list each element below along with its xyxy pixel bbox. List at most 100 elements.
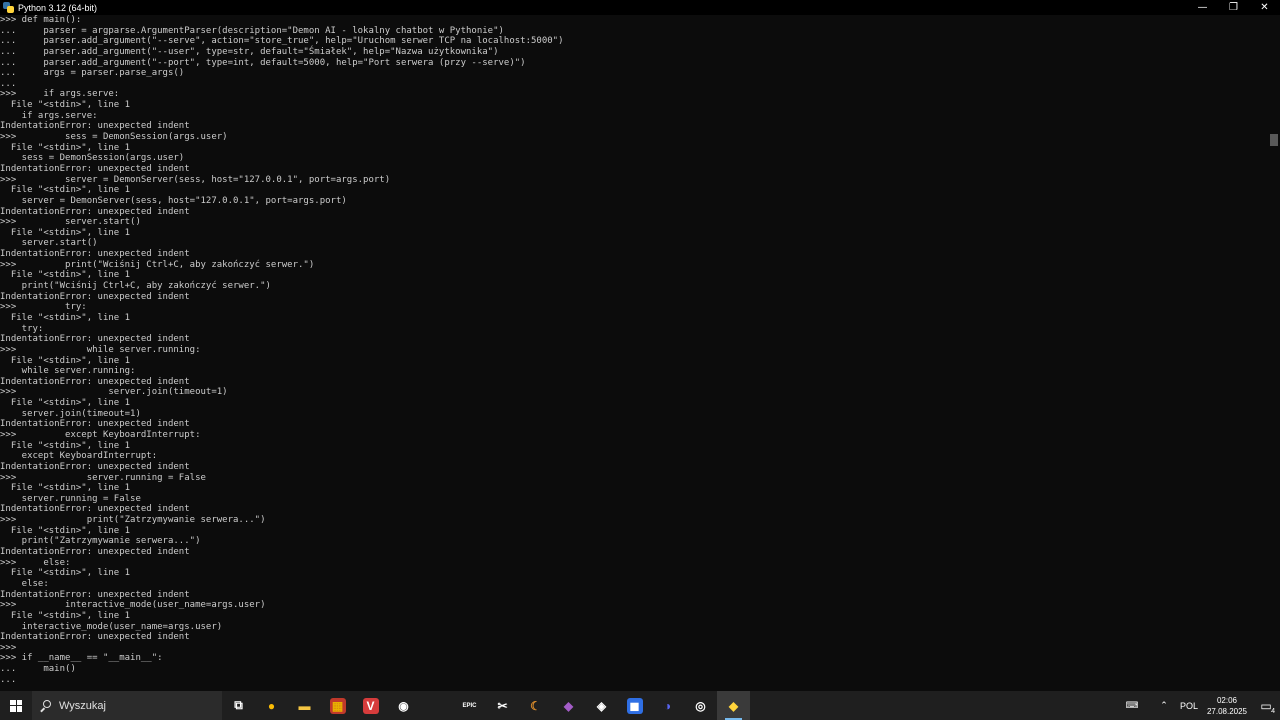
start-button[interactable] [0, 691, 32, 720]
console-line: >>> server.start() [0, 217, 141, 228]
console-line: File "<stdin>", line 1 [0, 142, 131, 153]
console-line: ... args = parser.parse_args() [0, 68, 185, 79]
console-line: >>> server.join(timeout=1) [0, 387, 228, 398]
keyboard-icon[interactable]: ⌨ [1112, 691, 1152, 720]
system-tray: ⌨ ⌃ POL 02:06 27.08.2025 ▭ 4 [1112, 691, 1280, 720]
console-line: File "<stdin>", line 1 [0, 312, 131, 323]
taskbar-app-button[interactable]: ▦ [321, 691, 354, 720]
taskbar-app-button[interactable]: ◼ [618, 691, 651, 720]
console-line: IndentationError: unexpected indent [0, 291, 190, 302]
taskbar-app-button[interactable]: ● [255, 691, 288, 720]
taskbar-search[interactable]: Wyszukaj [32, 691, 222, 720]
console-output[interactable]: >>> def main():... parser = argparse.Arg… [0, 15, 1268, 691]
taskbar-app-button[interactable]: ☾ [519, 691, 552, 720]
console-line: File "<stdin>", line 1 [0, 185, 131, 196]
console-line: server.join(timeout=1) [0, 408, 141, 419]
python-app-icon [3, 2, 14, 13]
taskbar-apps: ⧉ ● ▬ ▦ V ◉ EPIC ✂ ☾ ◆ ◈ ◼ ◑ ◎ ◆ [222, 691, 750, 720]
console-line: >>> print("Wciśnij Ctrl+C, aby zakończyć… [0, 259, 315, 270]
console-line: >>> else: [0, 557, 71, 568]
taskbar-app-button[interactable]: ▬ [288, 691, 321, 720]
console-line: File "<stdin>", line 1 [0, 227, 131, 238]
console-line: IndentationError: unexpected indent [0, 249, 190, 260]
console-line: IndentationError: unexpected indent [0, 334, 190, 345]
crescent-app-icon: ☾ [530, 698, 541, 713]
python-icon: ◆ [728, 698, 739, 713]
clock[interactable]: 02:06 27.08.2025 [1202, 691, 1252, 720]
minimize-button[interactable]: — [1187, 0, 1218, 15]
console-line: IndentationError: unexpected indent [0, 121, 190, 132]
console-line: ... [0, 674, 17, 685]
language-indicator[interactable]: POL [1176, 691, 1202, 720]
windows-logo-icon [10, 699, 22, 712]
file-explorer-icon: ▬ [298, 698, 311, 713]
window-title-bar[interactable]: Python 3.12 (64-bit) — ❐ ✕ [0, 0, 1280, 15]
taskbar-app-button[interactable]: EPIC [453, 691, 486, 720]
restore-button[interactable]: ❐ [1218, 0, 1249, 15]
taskbar-app-button[interactable]: ⧉ [222, 691, 255, 720]
console-line: try: [0, 323, 44, 334]
console-line: ... main() [0, 664, 76, 675]
console-line: File "<stdin>", line 1 [0, 483, 131, 494]
clock-date: 27.08.2025 [1206, 706, 1248, 716]
console-line: IndentationError: unexpected indent [0, 419, 190, 430]
console-line: >>> if __name__ == "__main__": [0, 653, 163, 664]
taskbar-app-button[interactable]: ◈ [585, 691, 618, 720]
console-line: IndentationError: unexpected indent [0, 589, 190, 600]
console-line: server.start() [0, 238, 98, 249]
console-line: IndentationError: unexpected indent [0, 163, 190, 174]
console-line: server.running = False [0, 493, 141, 504]
console-line: >>> [0, 642, 17, 653]
taskbar-app-button[interactable]: ◑ [651, 691, 684, 720]
taskbar-app-button[interactable] [420, 691, 453, 720]
taskbar-app-button[interactable]: ◆ [717, 691, 750, 720]
console-line: >>> server.running = False [0, 472, 206, 483]
taskbar-app-button[interactable]: ◎ [684, 691, 717, 720]
notification-count: 4 [1271, 708, 1275, 715]
console-line: >>> sess = DemonSession(args.user) [0, 132, 228, 143]
github-icon: ◎ [695, 698, 706, 713]
scrollbar-thumb[interactable] [1270, 134, 1278, 146]
close-button[interactable]: ✕ [1249, 0, 1280, 15]
console-line: ... parser.add_argument("--port", type=i… [0, 57, 526, 68]
taskbar-app-button[interactable]: ◆ [552, 691, 585, 720]
console-line: IndentationError: unexpected indent [0, 504, 190, 515]
console-line: ... parser.add_argument("--user", type=s… [0, 46, 499, 57]
visual-studio-icon: ◆ [563, 698, 574, 713]
console-line: while server.running: [0, 366, 136, 377]
notification-icon: ▭ [1260, 698, 1272, 713]
notes-app-icon: ◼ [626, 697, 643, 714]
console-line: File "<stdin>", line 1 [0, 440, 131, 451]
console-line: IndentationError: unexpected indent [0, 206, 190, 217]
chrome-icon: ● [267, 698, 276, 713]
epic-games-icon: EPIC [462, 702, 477, 709]
console-line: IndentationError: unexpected indent [0, 376, 190, 387]
mahjong-icon: ▦ [329, 697, 346, 714]
notifications-button[interactable]: ▭ 4 [1252, 691, 1280, 720]
console-line: ... [0, 78, 17, 89]
console-line: ... parser.add_argument("--serve", actio… [0, 36, 564, 47]
console-line: IndentationError: unexpected indent [0, 547, 190, 558]
console-line: File "<stdin>", line 1 [0, 100, 131, 111]
search-icon [40, 699, 52, 712]
blank-app-icon [429, 698, 445, 714]
console-line: print("Zatrzymywanie serwera...") [0, 536, 201, 547]
task-view-icon: ⧉ [234, 698, 243, 712]
console-line: File "<stdin>", line 1 [0, 568, 131, 579]
console-line: File "<stdin>", line 1 [0, 355, 131, 366]
console-line: IndentationError: unexpected indent [0, 461, 190, 472]
console-line: IndentationError: unexpected indent [0, 632, 190, 643]
search-placeholder: Wyszukaj [59, 699, 106, 712]
taskbar-app-button[interactable]: ✂ [486, 691, 519, 720]
chevron-up-icon[interactable]: ⌃ [1152, 691, 1176, 720]
console-line: >>> except KeyboardInterrupt: [0, 429, 201, 440]
console-line: except KeyboardInterrupt: [0, 451, 158, 462]
console-scrollbar[interactable] [1268, 15, 1280, 691]
console-line: if args.serve: [0, 110, 98, 121]
console-line: >>> print("Zatrzymywanie serwera...") [0, 515, 266, 526]
taskbar-app-button[interactable]: V [354, 691, 387, 720]
console-line: else: [0, 578, 49, 589]
console-line: >>> def main(): [0, 15, 82, 25]
taskbar-app-button[interactable]: ◉ [387, 691, 420, 720]
console-line: >>> server = DemonServer(sess, host="127… [0, 174, 391, 185]
